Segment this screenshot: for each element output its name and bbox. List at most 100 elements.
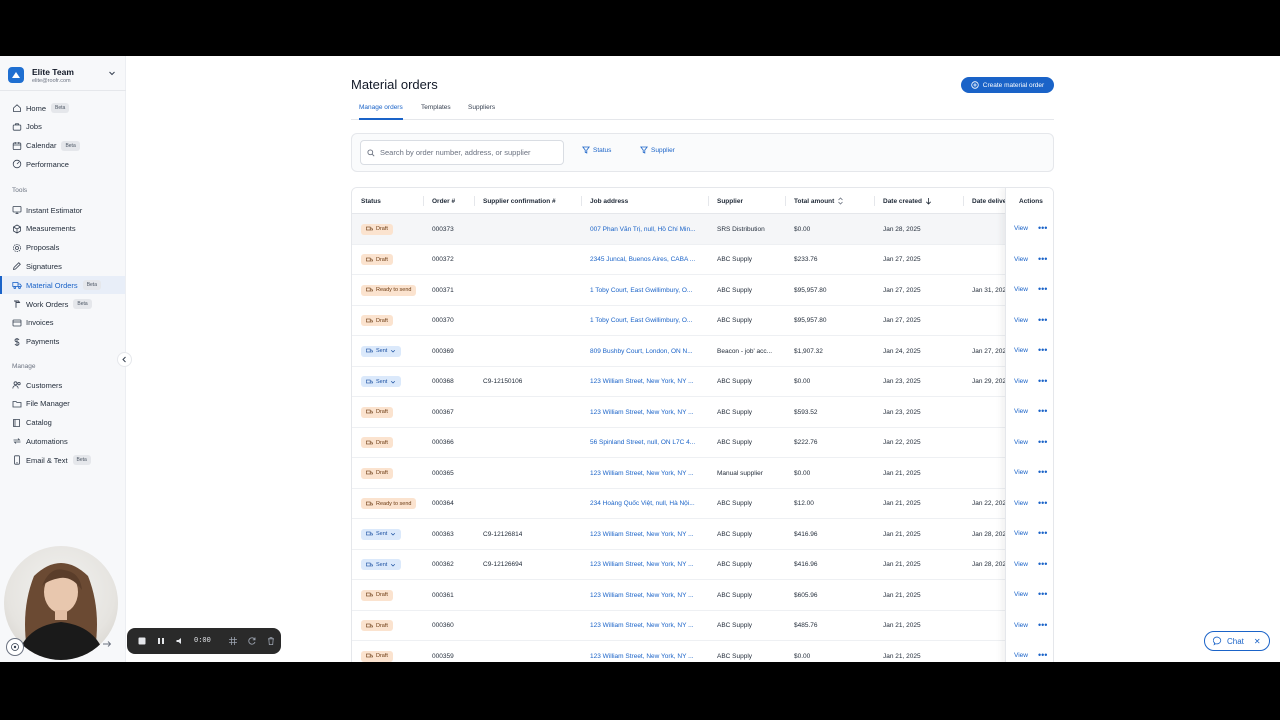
more-actions-icon[interactable]: ••• bbox=[1038, 223, 1047, 233]
more-actions-icon[interactable]: ••• bbox=[1038, 254, 1047, 264]
drawing-tools-button[interactable] bbox=[228, 636, 238, 646]
cell-address[interactable]: 123 William Street, New York, NY ... bbox=[590, 611, 700, 641]
more-actions-icon[interactable]: ••• bbox=[1038, 498, 1047, 508]
cell-address[interactable]: 123 William Street, New York, NY ... bbox=[590, 580, 700, 610]
more-actions-icon[interactable]: ••• bbox=[1038, 345, 1047, 355]
search-box[interactable] bbox=[360, 140, 564, 165]
sidebar-item-jobs[interactable]: Jobs bbox=[0, 118, 125, 136]
more-actions-icon[interactable]: ••• bbox=[1038, 650, 1047, 660]
status-badge[interactable]: Sent bbox=[361, 528, 402, 540]
column-header-order[interactable]: Order # bbox=[432, 188, 455, 214]
table-row[interactable]: Draft 000360 123 William Street, New York,… bbox=[352, 610, 1053, 641]
mute-button[interactable] bbox=[175, 636, 185, 646]
sidebar-item-customers[interactable]: Customers bbox=[0, 376, 125, 394]
chat-widget-button[interactable]: Chat ✕ bbox=[1204, 631, 1270, 651]
restart-recording-button[interactable] bbox=[247, 636, 257, 646]
cell-address[interactable]: 123 William Street, New York, NY ... bbox=[590, 641, 700, 662]
more-actions-icon[interactable]: ••• bbox=[1038, 284, 1047, 294]
column-header-address[interactable]: Job address bbox=[590, 188, 628, 214]
view-order-link[interactable]: View bbox=[1014, 408, 1028, 415]
view-order-link[interactable]: View bbox=[1014, 256, 1028, 263]
column-header-date-created[interactable]: Date created bbox=[883, 188, 932, 214]
view-order-link[interactable]: View bbox=[1014, 622, 1028, 629]
column-header-total[interactable]: Total amount bbox=[794, 188, 844, 214]
table-row[interactable]: Draft 000366 56 Spinland Street, null, ON … bbox=[352, 427, 1053, 458]
search-input[interactable] bbox=[380, 148, 560, 157]
tab-templates[interactable]: Templates bbox=[421, 104, 451, 120]
more-actions-icon[interactable]: ••• bbox=[1038, 315, 1047, 325]
sidebar-item-catalog[interactable]: Catalog bbox=[0, 414, 125, 432]
view-order-link[interactable]: View bbox=[1014, 286, 1028, 293]
pause-recording-button[interactable] bbox=[156, 636, 166, 646]
sidebar-item-performance[interactable]: Performance bbox=[0, 155, 125, 173]
close-icon[interactable]: ✕ bbox=[1254, 637, 1261, 646]
sidebar-item-work-orders[interactable]: Work Orders Beta bbox=[0, 295, 125, 313]
cell-address[interactable]: 123 William Street, New York, NY ... bbox=[590, 367, 700, 397]
sidebar-item-proposals[interactable]: Proposals bbox=[0, 239, 125, 257]
sidebar-item-instant-estimator[interactable]: Instant Estimator bbox=[0, 201, 125, 219]
cell-address[interactable]: 123 William Street, New York, NY ... bbox=[590, 397, 700, 427]
status-filter-button[interactable]: Status bbox=[582, 146, 611, 154]
team-switcher[interactable]: Elite Team elite@roofr.com bbox=[8, 62, 120, 88]
cell-address[interactable]: 123 William Street, New York, NY ... bbox=[590, 458, 700, 488]
view-order-link[interactable]: View bbox=[1014, 225, 1028, 232]
table-row[interactable]: Draft 000372 2345 Juncal, Buenos Aires, CA… bbox=[352, 244, 1053, 275]
cell-address[interactable]: 1 Toby Court, East Gwillimbury, O... bbox=[590, 275, 700, 305]
create-material-order-button[interactable]: Create material order bbox=[961, 77, 1054, 93]
view-order-link[interactable]: View bbox=[1014, 652, 1028, 659]
collapse-sidebar-button[interactable] bbox=[117, 352, 132, 367]
more-actions-icon[interactable]: ••• bbox=[1038, 406, 1047, 416]
view-order-link[interactable]: View bbox=[1014, 591, 1028, 598]
cell-address[interactable]: 123 William Street, New York, NY ... bbox=[590, 519, 700, 549]
sidebar-item-email-text[interactable]: Email & Text Beta bbox=[0, 451, 125, 469]
table-row[interactable]: Draft 000367 123 William Street, New York,… bbox=[352, 397, 1053, 428]
view-order-link[interactable]: View bbox=[1014, 378, 1028, 385]
table-row[interactable]: Draft 000365 123 William Street, New York,… bbox=[352, 458, 1053, 489]
sidebar-item-automations[interactable]: Automations bbox=[0, 432, 125, 450]
view-order-link[interactable]: View bbox=[1014, 317, 1028, 324]
cell-address[interactable]: 809 Bushby Court, London, ON N... bbox=[590, 336, 700, 366]
column-header-date-delivered[interactable]: Date delivered bbox=[972, 188, 1006, 214]
table-row[interactable]: Sent 000363 C9-12126814 123 William Street,… bbox=[352, 519, 1053, 550]
more-actions-icon[interactable]: ••• bbox=[1038, 589, 1047, 599]
more-actions-icon[interactable]: ••• bbox=[1038, 437, 1047, 447]
table-row[interactable]: Ready to send 000371 1 Toby Court, East Gw… bbox=[352, 275, 1053, 306]
sidebar-item-file-manager[interactable]: File Manager bbox=[0, 395, 125, 413]
table-row[interactable]: Draft 000370 1 Toby Court, East Gwillimbur… bbox=[352, 305, 1053, 336]
sidebar-item-material-orders[interactable]: Material Orders Beta bbox=[0, 276, 125, 295]
more-actions-icon[interactable]: ••• bbox=[1038, 467, 1047, 477]
sidebar-item-home[interactable]: Home Beta bbox=[0, 99, 125, 117]
cell-address[interactable]: 123 William Street, New York, NY ... bbox=[590, 550, 700, 580]
arrow-right-icon[interactable] bbox=[102, 640, 112, 648]
more-actions-icon[interactable]: ••• bbox=[1038, 620, 1047, 630]
sidebar-item-measurements[interactable]: Measurements bbox=[0, 220, 125, 238]
status-badge[interactable]: Sent bbox=[361, 376, 402, 387]
delete-recording-button[interactable] bbox=[266, 636, 276, 646]
table-row[interactable]: Draft 000361 123 William Street, New York,… bbox=[352, 580, 1053, 611]
cell-address[interactable]: 234 Hoàng Quốc Việt, null, Hà Nội... bbox=[590, 489, 700, 519]
column-header-status[interactable]: Status bbox=[361, 188, 381, 214]
more-actions-icon[interactable]: ••• bbox=[1038, 376, 1047, 386]
cell-address[interactable]: 56 Spinland Street, null, ON L7C 4... bbox=[590, 428, 700, 458]
view-order-link[interactable]: View bbox=[1014, 500, 1028, 507]
table-row[interactable]: Sent 000362 C9-12126694 123 William Street,… bbox=[352, 549, 1053, 580]
camera-toggle-button[interactable] bbox=[6, 638, 24, 656]
more-actions-icon[interactable]: ••• bbox=[1038, 559, 1047, 569]
view-order-link[interactable]: View bbox=[1014, 561, 1028, 568]
more-actions-icon[interactable]: ••• bbox=[1038, 528, 1047, 538]
table-row[interactable]: Ready to send 000364 234 Hoàng Quốc Việt, … bbox=[352, 488, 1053, 519]
view-order-link[interactable]: View bbox=[1014, 439, 1028, 446]
cell-address[interactable]: 1 Toby Court, East Gwillimbury, O... bbox=[590, 306, 700, 336]
table-row[interactable]: Draft 000373 007 Phan Văn Trị, null, Hồ Ch… bbox=[352, 214, 1053, 245]
cell-address[interactable]: 2345 Juncal, Buenos Aires, CABA ... bbox=[590, 245, 700, 275]
sidebar-item-signatures[interactable]: Signatures bbox=[0, 257, 125, 275]
column-header-confirmation[interactable]: Supplier confirmation # bbox=[483, 188, 556, 214]
tab-suppliers[interactable]: Suppliers bbox=[468, 104, 495, 120]
table-row[interactable]: Sent 000369 809 Bushby Court, London, ON N… bbox=[352, 336, 1053, 367]
chevron-down-icon[interactable] bbox=[108, 69, 116, 77]
column-header-supplier[interactable]: Supplier bbox=[717, 188, 743, 214]
cell-address[interactable]: 007 Phan Văn Trị, null, Hồ Chí Min... bbox=[590, 214, 700, 244]
supplier-filter-button[interactable]: Supplier bbox=[640, 146, 675, 154]
tab-manage-orders[interactable]: Manage orders bbox=[359, 104, 403, 120]
table-row[interactable]: Sent 000368 C9-12150106 123 William Street,… bbox=[352, 366, 1053, 397]
